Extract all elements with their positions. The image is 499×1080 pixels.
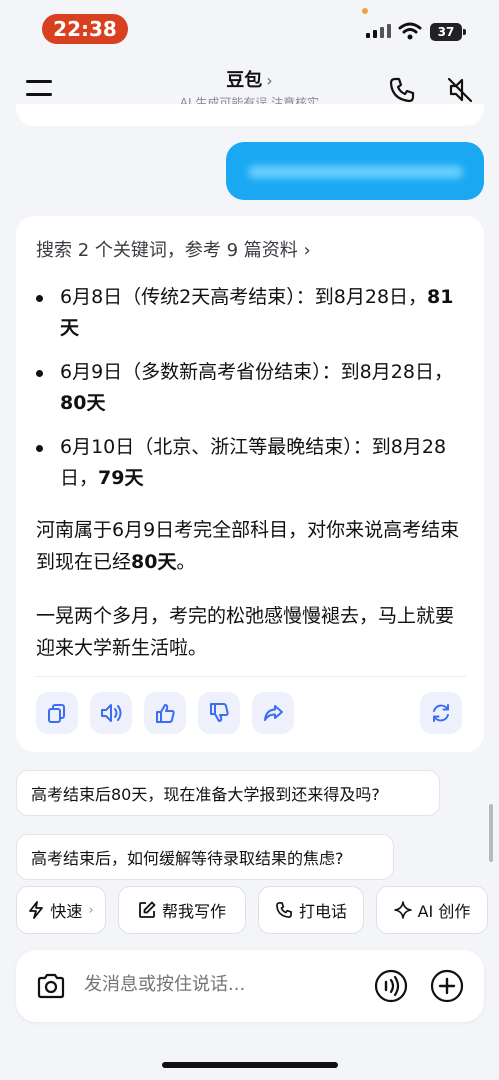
dislike-button[interactable] — [198, 692, 240, 734]
status-time: 22:38 — [42, 14, 128, 44]
home-indicator[interactable] — [162, 1062, 338, 1068]
search-references-link[interactable]: 搜索 2 个关键词，参考 9 篇资料 › — [36, 236, 311, 262]
wifi-icon — [398, 22, 422, 40]
previous-message-card — [16, 104, 484, 126]
assistant-answer-card: 搜索 2 个关键词，参考 9 篇资料 › 6月8日（传统2天高考结束）：到8月2… — [16, 216, 484, 752]
quick-mode-label: 快速 — [50, 902, 83, 921]
suggested-question-1[interactable]: 高考结束后80天，现在准备大学报到还来得及吗? — [16, 770, 440, 816]
phone-call-label: 打电话 — [298, 902, 347, 921]
chevron-right-icon: › — [266, 71, 273, 90]
chevron-right-icon: › — [88, 902, 94, 918]
plus-icon[interactable] — [430, 969, 464, 1003]
user-message-bubble[interactable] — [226, 142, 484, 200]
copy-button[interactable] — [36, 692, 78, 734]
like-button[interactable] — [144, 692, 186, 734]
blurred-message-text — [248, 166, 463, 178]
divider — [36, 676, 466, 677]
thumbs-up-icon — [156, 704, 175, 723]
voice-call-icon[interactable] — [374, 969, 408, 1003]
regenerate-button[interactable] — [420, 692, 462, 734]
list-item: 6月8日（传统2天高考结束）：到8月28日，81天 — [34, 282, 464, 344]
mic-indicator-dot — [362, 8, 368, 14]
refresh-icon — [433, 704, 449, 722]
message-input-bar — [16, 950, 484, 1022]
help-write-button[interactable]: 帮我写作 — [118, 886, 246, 934]
scrollbar-thumb[interactable] — [489, 804, 493, 862]
answer-bullet-list: 6月8日（传统2天高考结束）：到8月28日，81天 6月9日（多数新高考省份结束… — [34, 282, 464, 507]
quick-mode-button[interactable]: 快速 › — [16, 886, 106, 934]
speaker-mute-icon[interactable] — [446, 76, 474, 104]
copy-icon — [48, 704, 65, 723]
answer-actions — [36, 692, 466, 736]
edit-icon — [139, 901, 156, 918]
bot-title[interactable]: 豆包 › — [0, 66, 499, 92]
message-input[interactable] — [84, 974, 344, 995]
list-item: 6月10日（北京、浙江等最晚结束）：到8月28日，79天 — [34, 432, 464, 494]
suggested-question-2[interactable]: 高考结束后，如何缓解等待录取结果的焦虑? — [16, 834, 394, 880]
share-button[interactable] — [252, 692, 294, 734]
share-icon — [264, 705, 283, 721]
phone-call-button[interactable]: 打电话 — [258, 886, 364, 934]
list-item: 6月9日（多数新高考省份结束）：到8月28日，80天 — [34, 357, 464, 419]
ai-create-label: AI 创作 — [417, 902, 471, 921]
cellular-signal-icon — [366, 24, 391, 38]
help-write-label: 帮我写作 — [161, 902, 226, 921]
phone-call-icon[interactable] — [388, 76, 416, 104]
answer-paragraph-2: 一晃两个多月，考完的松弛感慢慢褪去，马上就要迎来大学新生活啦。 — [36, 605, 455, 659]
status-bar: 22:38 37 — [0, 0, 499, 56]
speaker-icon — [101, 704, 122, 722]
read-aloud-button[interactable] — [90, 692, 132, 734]
bot-name: 豆包 — [226, 70, 263, 91]
answer-paragraph-1: 河南属于6月9日考完全部科目，对你来说高考结束到现在已经80天。 — [36, 519, 460, 573]
thumbs-down-icon — [210, 703, 229, 722]
phone-icon — [276, 902, 292, 918]
lightning-icon — [29, 901, 44, 919]
battery-icon: 37 — [430, 23, 466, 41]
ai-create-button[interactable]: AI 创作 — [376, 886, 488, 934]
sparkle-icon — [393, 901, 412, 919]
camera-icon[interactable] — [36, 972, 66, 1000]
